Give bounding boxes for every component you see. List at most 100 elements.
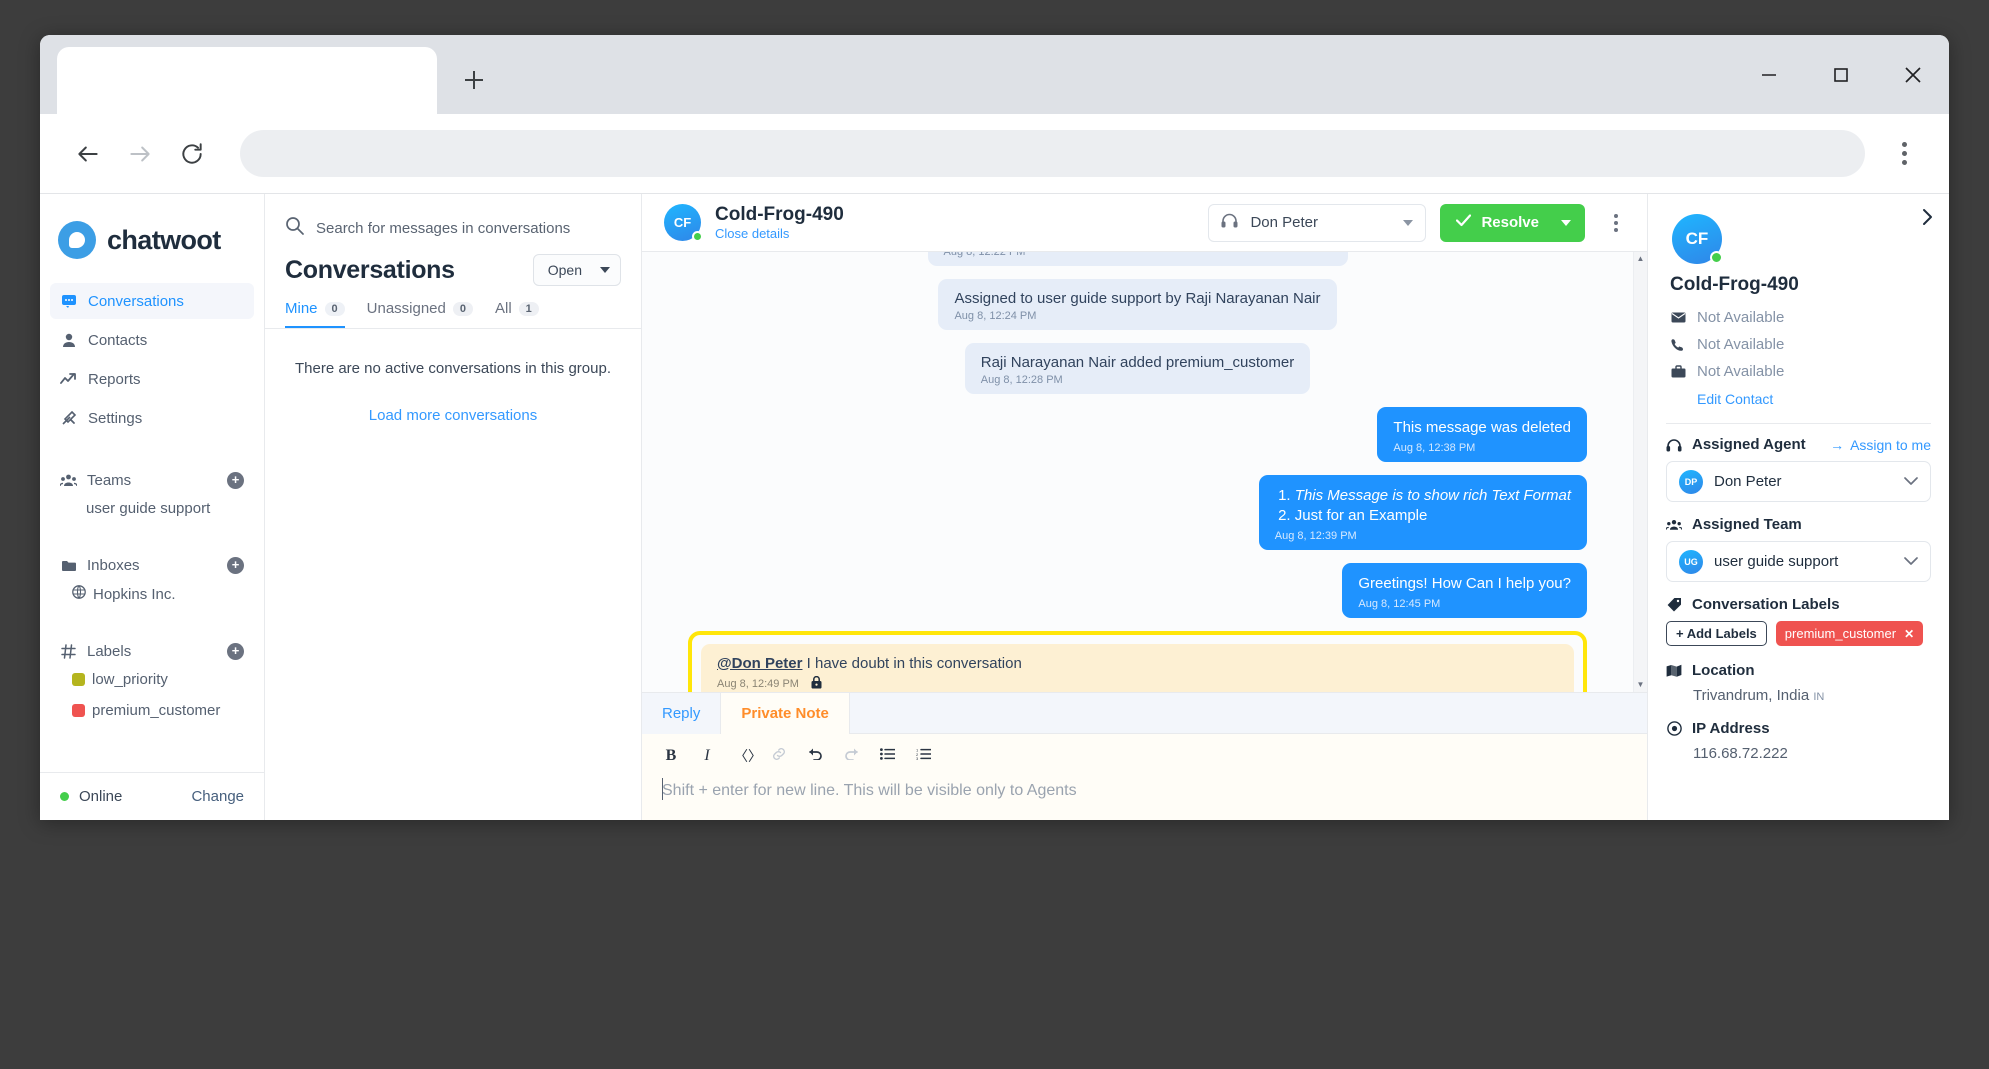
messages-area: Aug 8, 12:22 PM Assigned to user guide s… — [642, 252, 1647, 692]
label-text: low_priority — [92, 671, 168, 688]
italic-icon[interactable]: I — [698, 747, 716, 765]
team-item[interactable]: user guide support — [60, 493, 244, 524]
label-item-low-priority[interactable]: low_priority — [60, 664, 244, 695]
browser-tab[interactable] — [57, 47, 437, 114]
address-bar[interactable] — [240, 130, 1865, 177]
inboxes-header: Inboxes + — [60, 552, 244, 578]
bullet-list-icon[interactable] — [878, 747, 896, 765]
online-status-dot — [60, 792, 69, 801]
tab-private-note[interactable]: Private Note — [721, 693, 850, 734]
message-row: Assigned to user guide support by Raji N… — [688, 279, 1587, 330]
inbox-item-hopkins[interactable]: Hopkins Inc. — [60, 578, 244, 610]
back-button[interactable] — [62, 128, 114, 180]
location-value: Trivandrum, India IN — [1666, 687, 1931, 704]
reload-button[interactable] — [166, 128, 218, 180]
remove-label-icon[interactable]: ✕ — [1904, 627, 1914, 641]
add-label-button[interactable]: + — [227, 643, 244, 660]
mention-text[interactable]: @Don Peter — [717, 655, 802, 672]
sidebar-item-conversations[interactable]: Conversations — [50, 283, 254, 319]
code-icon[interactable]: 〈〉 — [734, 746, 752, 766]
presence-dot — [1710, 251, 1723, 264]
outgoing-message-rich: This Message is to show rich Text Format… — [1259, 475, 1587, 551]
close-icon — [1901, 63, 1925, 87]
browser-tabstrip — [40, 35, 1949, 114]
dot — [1614, 228, 1618, 232]
tab-mine[interactable]: Mine 0 — [285, 300, 345, 328]
new-tab-button[interactable] — [443, 49, 505, 111]
tab-all[interactable]: All 1 — [495, 300, 539, 328]
add-labels-button[interactable]: + Add Labels — [1666, 621, 1767, 646]
link-icon[interactable] — [770, 747, 788, 766]
redo-icon[interactable] — [842, 747, 860, 765]
message-row: @Don Peter I have doubt in this conversa… — [688, 631, 1587, 693]
maximize-icon — [1830, 64, 1852, 86]
assigned-team-select[interactable]: UG user guide support — [1666, 541, 1931, 582]
conversation-more-button[interactable] — [1599, 214, 1633, 232]
maximize-button[interactable] — [1805, 35, 1877, 114]
tab-count: 1 — [519, 302, 539, 316]
add-team-button[interactable]: + — [227, 472, 244, 489]
messages-scrollbar[interactable]: ▲ ▼ — [1633, 252, 1647, 692]
private-note-highlight: @Don Peter I have doubt in this conversa… — [688, 631, 1587, 693]
message-body: @Don Peter I have doubt in this conversa… — [717, 655, 1558, 672]
lock-icon — [811, 676, 822, 692]
forward-button[interactable] — [114, 128, 166, 180]
browser-menu-button[interactable] — [1881, 131, 1927, 177]
resolve-button[interactable]: Resolve — [1440, 204, 1585, 242]
sidebar-item-contacts[interactable]: Contacts — [50, 322, 254, 358]
assigned-team-value: user guide support — [1714, 553, 1893, 570]
label-item-premium-customer[interactable]: premium_customer — [60, 695, 244, 726]
divider — [1666, 423, 1931, 424]
assignee-dropdown[interactable]: Don Peter — [1208, 204, 1426, 242]
location-header: Location — [1666, 662, 1931, 679]
brand-name: chatwoot — [107, 225, 221, 256]
contact-name: Cold-Frog-490 — [1666, 274, 1931, 296]
teams-title: Teams — [87, 472, 217, 489]
map-icon — [1666, 664, 1682, 677]
chevron-down-icon — [1904, 554, 1918, 569]
search-placeholder: Search for messages in conversations — [316, 220, 570, 237]
hash-icon — [60, 644, 77, 659]
dot — [1902, 142, 1907, 147]
expand-panel-button[interactable] — [1920, 208, 1935, 231]
close-details-button[interactable]: Close details — [715, 226, 1194, 241]
edit-contact-button[interactable]: Edit Contact — [1666, 385, 1931, 417]
status-filter-dropdown[interactable]: Open — [533, 254, 621, 286]
tab-reply[interactable]: Reply — [642, 693, 721, 734]
close-button[interactable] — [1877, 35, 1949, 114]
assigned-agent-select[interactable]: DP Don Peter — [1666, 461, 1931, 502]
brand-logo[interactable]: chatwoot — [40, 194, 264, 283]
ordered-list-icon[interactable]: 123 — [914, 747, 932, 765]
label-chip-premium-customer[interactable]: premium_customer ✕ — [1776, 621, 1923, 646]
scroll-down-icon[interactable]: ▼ — [1637, 681, 1645, 689]
minimize-button[interactable] — [1733, 35, 1805, 114]
activity-message: Raji Narayanan Nair added premium_custom… — [965, 343, 1310, 394]
add-inbox-button[interactable]: + — [227, 557, 244, 574]
sidebar-item-reports[interactable]: Reports — [50, 361, 254, 397]
contact-email: Not Available — [1697, 309, 1784, 326]
note-input[interactable]: Shift + enter for new line. This will be… — [642, 772, 1647, 820]
sidebar-item-settings[interactable]: Settings — [50, 400, 254, 436]
scroll-up-icon[interactable]: ▲ — [1637, 255, 1645, 263]
assign-to-me-button[interactable]: → Assign to me — [1830, 437, 1931, 453]
conversation-main: CF Cold-Frog-490 Close details Don Peter — [642, 194, 1647, 820]
chevron-down-icon[interactable] — [1561, 220, 1571, 226]
briefcase-icon — [1670, 365, 1686, 378]
location-title: Location — [1692, 662, 1931, 679]
undo-icon[interactable] — [806, 747, 824, 765]
bold-icon[interactable]: B — [662, 747, 680, 765]
search-input[interactable]: Search for messages in conversations — [265, 194, 641, 250]
desktop-background: chatwoot Conversations Contacts — [0, 0, 1989, 1069]
status-filter-value: Open — [548, 262, 582, 278]
browser-toolbar — [40, 114, 1949, 194]
load-more-button[interactable]: Load more conversations — [265, 377, 641, 454]
tab-label: Unassigned — [367, 300, 446, 317]
tab-unassigned[interactable]: Unassigned 0 — [367, 300, 473, 328]
contact-email-row: Not Available — [1666, 304, 1931, 331]
headset-icon — [1221, 213, 1238, 233]
ip-address-title: IP Address — [1692, 720, 1931, 737]
contact-company-row: Not Available — [1666, 358, 1931, 385]
outgoing-message: This message was deleted Aug 8, 12:38 PM — [1377, 407, 1587, 462]
chevron-down-icon — [600, 267, 610, 273]
change-availability-button[interactable]: Change — [191, 788, 244, 805]
